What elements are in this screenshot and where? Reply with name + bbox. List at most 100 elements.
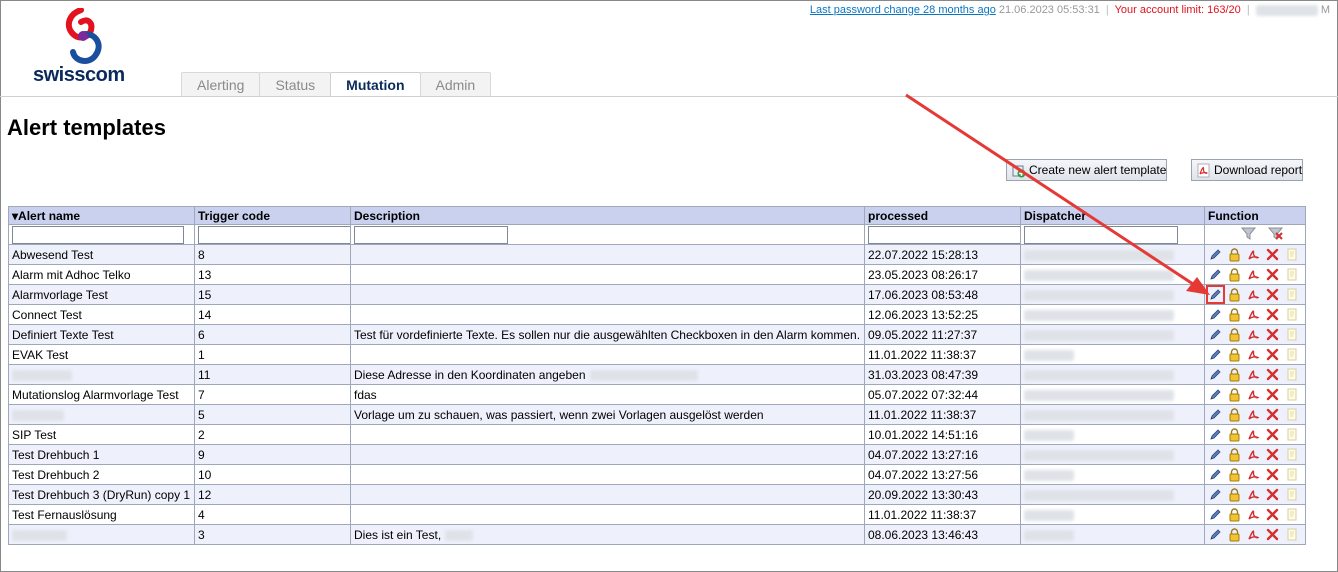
delete-icon[interactable] bbox=[1265, 307, 1280, 322]
table-row[interactable]: SIP Test 2 10.01.2022 14:51:16 bbox=[8, 424, 1306, 445]
lock-icon[interactable] bbox=[1227, 347, 1242, 362]
tab-mutation[interactable]: Mutation bbox=[330, 72, 421, 97]
pdf-icon[interactable] bbox=[1246, 407, 1261, 422]
delete-icon[interactable] bbox=[1265, 287, 1280, 302]
download-report-button[interactable]: Download report bbox=[1191, 159, 1303, 181]
lock-icon[interactable] bbox=[1227, 247, 1242, 262]
lock-icon[interactable] bbox=[1227, 407, 1242, 422]
tab-status[interactable]: Status bbox=[259, 72, 332, 97]
lock-icon[interactable] bbox=[1227, 487, 1242, 502]
pdf-icon[interactable] bbox=[1246, 307, 1261, 322]
table-row[interactable]: Test Drehbuch 1 9 04.07.2022 13:27:16 bbox=[8, 444, 1306, 465]
pdf-icon[interactable] bbox=[1246, 247, 1261, 262]
lock-icon[interactable] bbox=[1227, 307, 1242, 322]
lock-icon[interactable] bbox=[1227, 527, 1242, 542]
table-row[interactable]: EVAK Test 1 11.01.2022 11:38:37 bbox=[8, 344, 1306, 365]
delete-icon[interactable] bbox=[1265, 427, 1280, 442]
create-alert-template-button[interactable]: Create new alert template bbox=[1006, 159, 1167, 181]
copy-icon[interactable] bbox=[1284, 267, 1299, 282]
delete-icon[interactable] bbox=[1265, 407, 1280, 422]
edit-icon[interactable] bbox=[1208, 447, 1223, 462]
edit-icon[interactable] bbox=[1208, 527, 1223, 542]
lock-icon[interactable] bbox=[1227, 427, 1242, 442]
lock-icon[interactable] bbox=[1227, 387, 1242, 402]
delete-icon[interactable] bbox=[1265, 327, 1280, 342]
delete-icon[interactable] bbox=[1265, 527, 1280, 542]
copy-icon[interactable] bbox=[1284, 487, 1299, 502]
table-row[interactable]: Connect Test 14 12.06.2023 13:52:25 bbox=[8, 304, 1306, 325]
copy-icon[interactable] bbox=[1284, 447, 1299, 462]
table-row[interactable]: Alarm mit Adhoc Telko 13 23.05.2023 08:26:… bbox=[8, 264, 1306, 285]
edit-icon[interactable] bbox=[1208, 427, 1223, 442]
copy-icon[interactable] bbox=[1284, 287, 1299, 302]
edit-icon[interactable] bbox=[1208, 467, 1223, 482]
clear-filter-icon[interactable] bbox=[1267, 226, 1283, 241]
column-header-processed[interactable]: processed bbox=[864, 206, 1021, 225]
copy-icon[interactable] bbox=[1284, 407, 1299, 422]
lock-icon[interactable] bbox=[1227, 367, 1242, 382]
column-header-description[interactable]: Description bbox=[350, 206, 865, 225]
delete-icon[interactable] bbox=[1265, 347, 1280, 362]
delete-icon[interactable] bbox=[1265, 467, 1280, 482]
table-row[interactable]: Definiert Texte Test 6 Test für vordefinie… bbox=[8, 324, 1306, 345]
pdf-icon[interactable] bbox=[1246, 387, 1261, 402]
copy-icon[interactable] bbox=[1284, 427, 1299, 442]
table-row[interactable]: Alarmvorlage Test 15 17.06.2023 08:53:48 bbox=[8, 284, 1306, 305]
table-row[interactable]: 11 Diese Adresse in den Koordinaten angeb… bbox=[8, 364, 1306, 385]
edit-icon[interactable] bbox=[1208, 487, 1223, 502]
filter-icon[interactable] bbox=[1241, 226, 1257, 241]
table-row[interactable]: Abwesend Test 8 22.07.2022 15:28:13 bbox=[8, 244, 1306, 265]
copy-icon[interactable] bbox=[1284, 467, 1299, 482]
edit-icon[interactable] bbox=[1208, 307, 1223, 322]
edit-icon[interactable] bbox=[1208, 367, 1223, 382]
edit-icon[interactable] bbox=[1208, 407, 1223, 422]
pdf-icon[interactable] bbox=[1246, 427, 1261, 442]
copy-icon[interactable] bbox=[1284, 527, 1299, 542]
copy-icon[interactable] bbox=[1284, 327, 1299, 342]
edit-icon[interactable] bbox=[1208, 387, 1223, 402]
copy-icon[interactable] bbox=[1284, 507, 1299, 522]
lock-icon[interactable] bbox=[1227, 267, 1242, 282]
pdf-icon[interactable] bbox=[1246, 467, 1261, 482]
lock-icon[interactable] bbox=[1227, 447, 1242, 462]
delete-icon[interactable] bbox=[1265, 487, 1280, 502]
pdf-icon[interactable] bbox=[1246, 367, 1261, 382]
table-row[interactable]: Test Drehbuch 2 10 04.07.2022 13:27:56 bbox=[8, 464, 1306, 485]
table-row[interactable]: 3 Dies ist ein Test, 08.06.2023 13:46:43 bbox=[8, 524, 1306, 545]
tab-alerting[interactable]: Alerting bbox=[181, 72, 261, 97]
edit-icon[interactable] bbox=[1208, 267, 1223, 282]
edit-icon[interactable] bbox=[1208, 507, 1223, 522]
lock-icon[interactable] bbox=[1227, 287, 1242, 302]
pdf-icon[interactable] bbox=[1246, 287, 1261, 302]
delete-icon[interactable] bbox=[1265, 247, 1280, 262]
lock-icon[interactable] bbox=[1227, 507, 1242, 522]
delete-icon[interactable] bbox=[1265, 267, 1280, 282]
filter-alert-name-input[interactable] bbox=[12, 225, 184, 244]
filter-description-input[interactable] bbox=[354, 225, 508, 244]
filter-trigger-code-input[interactable] bbox=[198, 225, 350, 244]
swisscom-logo[interactable]: swisscom bbox=[33, 8, 143, 88]
copy-icon[interactable] bbox=[1284, 347, 1299, 362]
pdf-icon[interactable] bbox=[1246, 487, 1261, 502]
tab-admin[interactable]: Admin bbox=[419, 72, 492, 97]
column-header-dispatcher[interactable]: Dispatcher bbox=[1020, 206, 1205, 225]
column-header-alert-name[interactable]: ▾Alert name bbox=[8, 206, 195, 225]
copy-icon[interactable] bbox=[1284, 247, 1299, 262]
delete-icon[interactable] bbox=[1265, 507, 1280, 522]
pdf-icon[interactable] bbox=[1246, 447, 1261, 462]
copy-icon[interactable] bbox=[1284, 387, 1299, 402]
filter-processed-input[interactable] bbox=[868, 225, 1020, 244]
delete-icon[interactable] bbox=[1265, 367, 1280, 382]
edit-icon[interactable] bbox=[1208, 347, 1223, 362]
pdf-icon[interactable] bbox=[1246, 507, 1261, 522]
pdf-icon[interactable] bbox=[1246, 327, 1261, 342]
edit-icon[interactable] bbox=[1208, 327, 1223, 342]
edit-icon[interactable] bbox=[1208, 247, 1223, 262]
pdf-icon[interactable] bbox=[1246, 267, 1261, 282]
copy-icon[interactable] bbox=[1284, 367, 1299, 382]
edit-icon[interactable] bbox=[1206, 285, 1225, 304]
table-row[interactable]: Mutationslog Alarmvorlage Test 7 fdas 05.07… bbox=[8, 384, 1306, 405]
delete-icon[interactable] bbox=[1265, 447, 1280, 462]
column-header-trigger-code[interactable]: Trigger code bbox=[194, 206, 351, 225]
pdf-icon[interactable] bbox=[1246, 347, 1261, 362]
